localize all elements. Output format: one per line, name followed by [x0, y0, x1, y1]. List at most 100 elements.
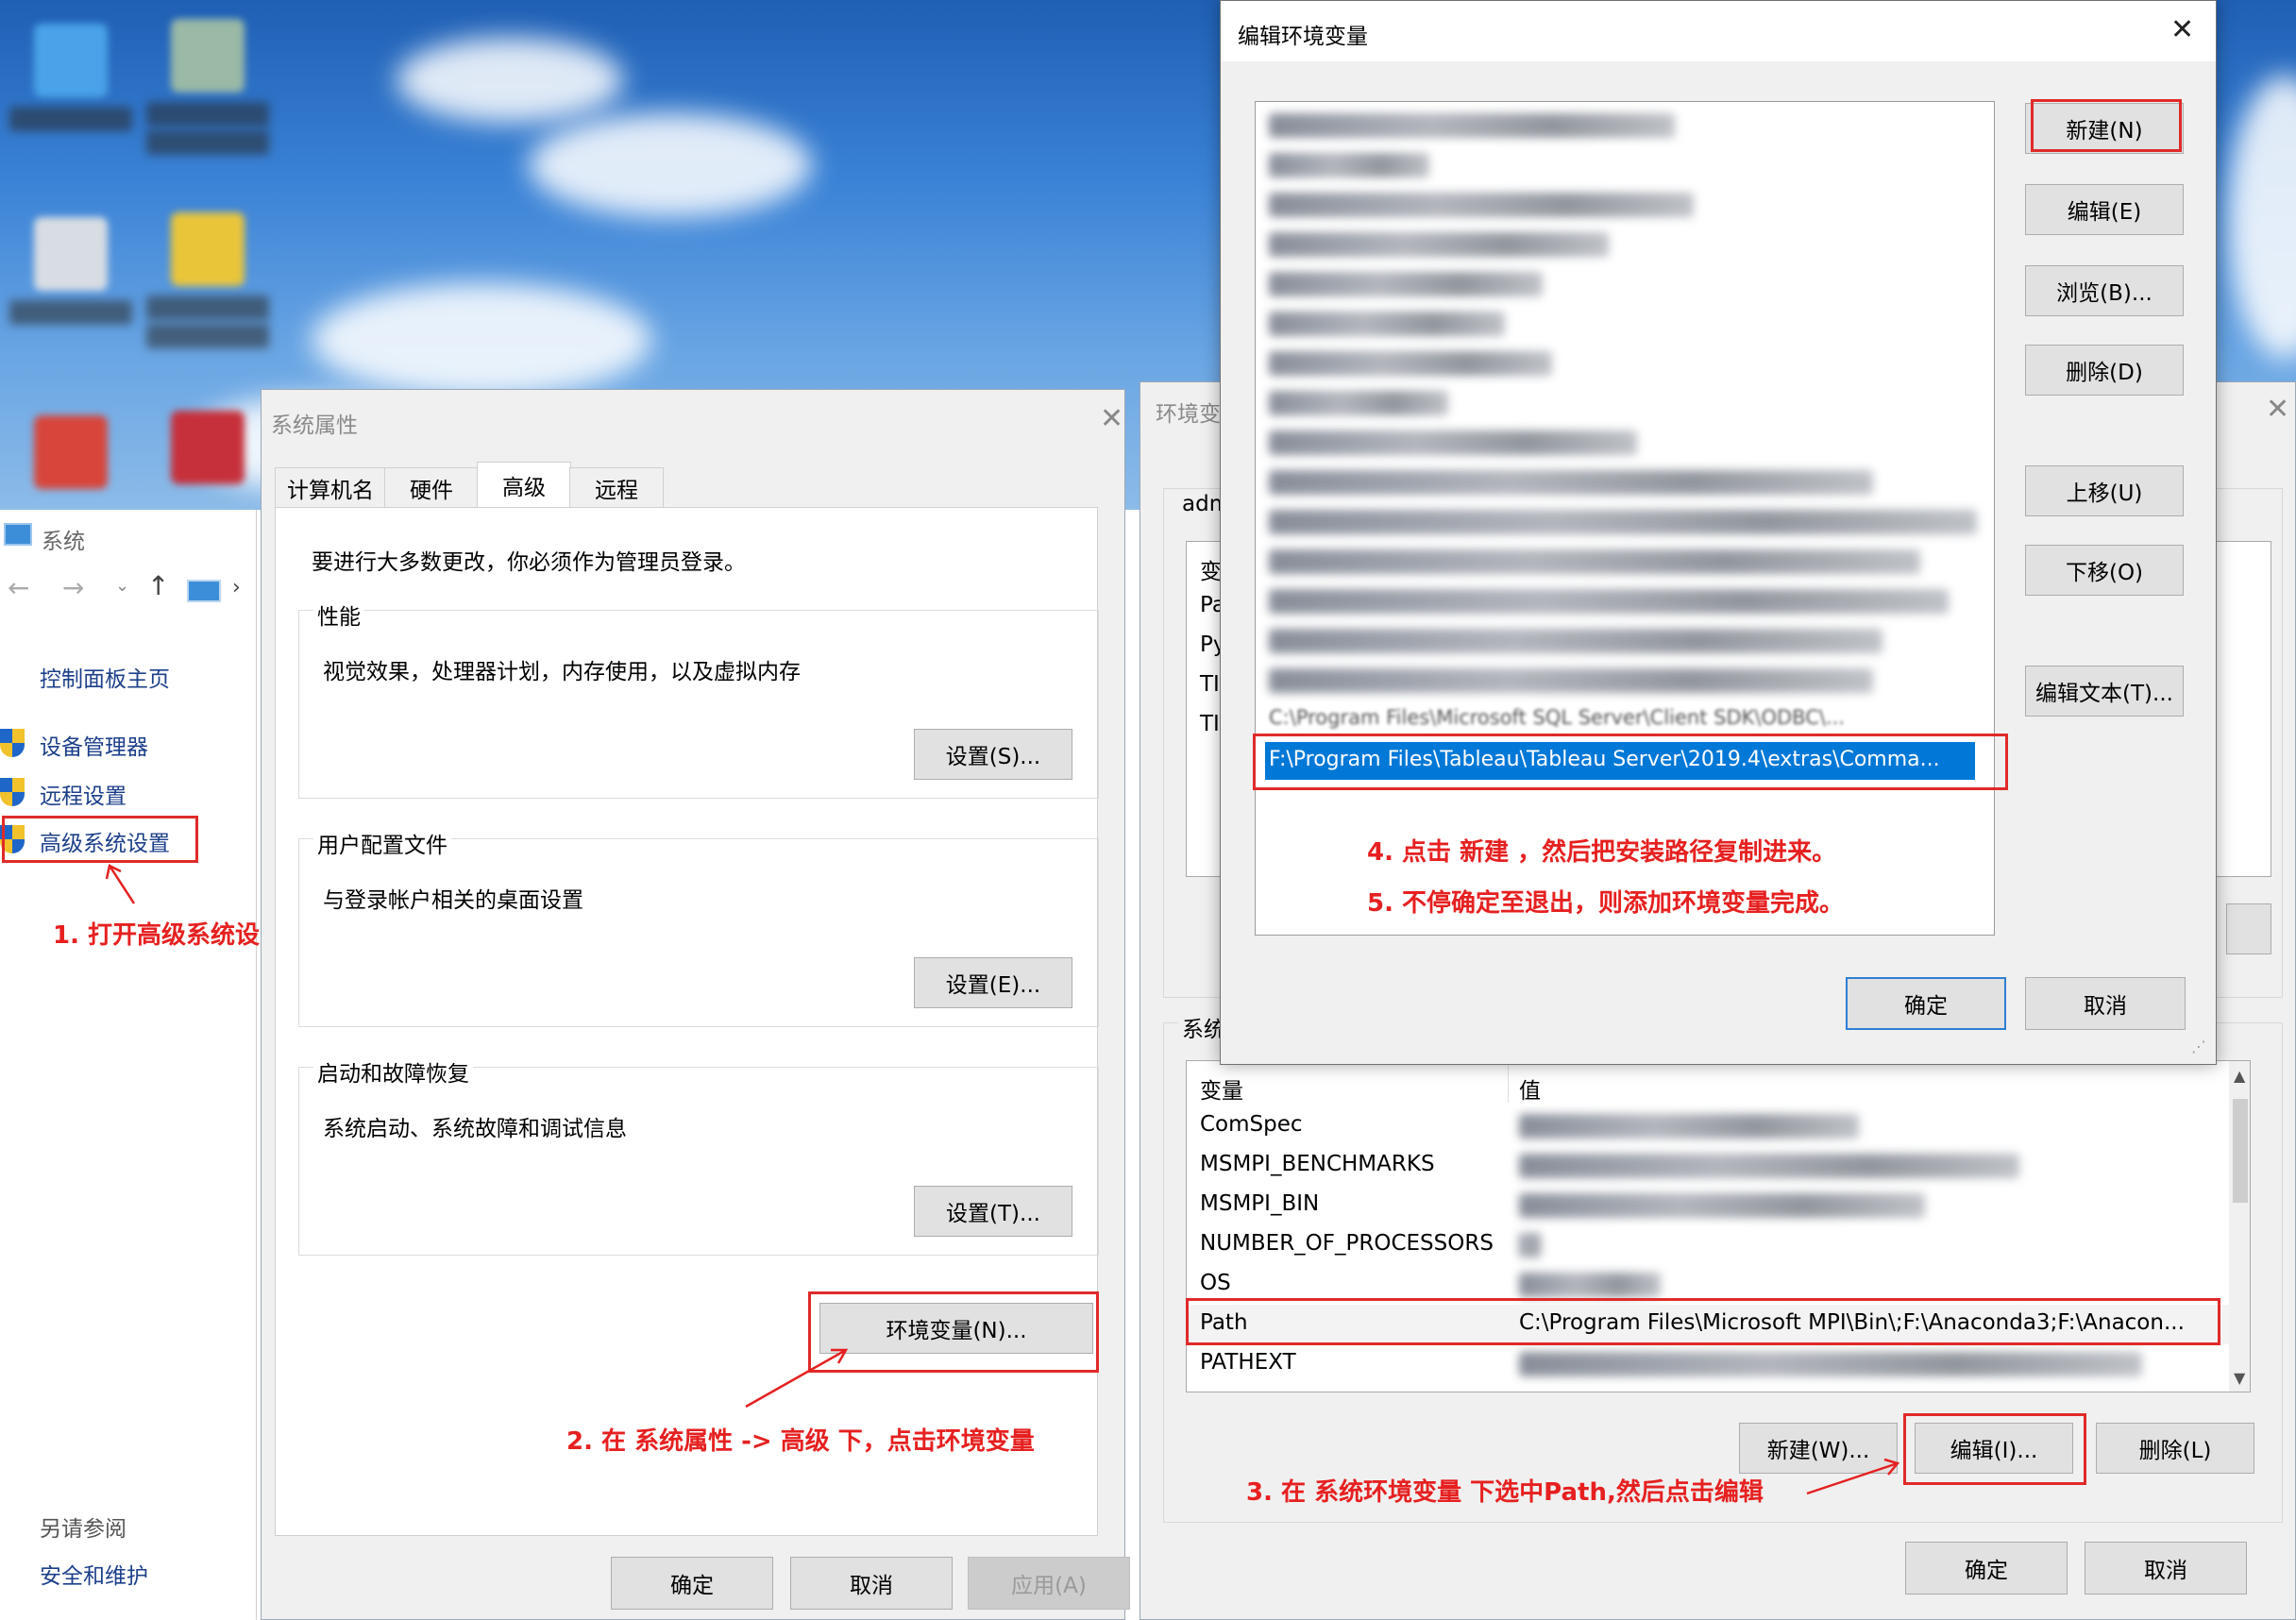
scroll-down-icon[interactable]: ▼ — [2234, 1369, 2245, 1387]
blurred-entry — [1269, 470, 1873, 495]
blurred-value — [1519, 1233, 1542, 1257]
startup-recovery-title: 启动和故障恢复 — [313, 1055, 473, 1088]
tab-remote[interactable]: 远程 — [569, 467, 664, 509]
apply-button[interactable]: 应用(A) — [968, 1557, 1130, 1610]
blurred-value — [1519, 1193, 1925, 1218]
table-row[interactable]: OS — [1200, 1271, 1231, 1295]
blurred-entry — [1269, 312, 1505, 336]
column-header-value[interactable]: 值 — [1519, 1072, 1541, 1105]
edit-environment-variable-dialog: 编辑环境变量 ✕ C:\Program Files\Microsoft SQL … — [1220, 0, 2217, 1065]
blurred-value — [1519, 1114, 1859, 1139]
cancel-button[interactable]: 取消 — [2085, 1542, 2247, 1595]
ok-button[interactable]: 确定 — [1905, 1542, 2068, 1595]
desktop-icon[interactable] — [146, 19, 269, 155]
close-icon[interactable]: ✕ — [2266, 396, 2289, 424]
table-row[interactable]: NUMBER_OF_PROCESSORS — [1200, 1231, 1494, 1256]
computer-icon — [4, 523, 32, 546]
step5-note: 5. 不停确定至退出，则添加环境变量完成。 — [1367, 889, 1845, 918]
tab-computer-name[interactable]: 计算机名 — [275, 467, 386, 509]
up-arrow-icon[interactable]: ↑ — [147, 570, 169, 601]
step1-note: 1. 打开高级系统设置 — [53, 921, 285, 950]
desktop-icon[interactable] — [146, 212, 269, 348]
table-row[interactable]: ComSpec — [1200, 1112, 1303, 1137]
highlight-new-entry — [1253, 734, 2008, 790]
move-down-button[interactable]: 下移(O) — [2025, 545, 2184, 596]
column-divider — [1508, 1061, 1509, 1103]
desktop-icon[interactable] — [9, 217, 132, 325]
scroll-thumb[interactable] — [2233, 1099, 2248, 1203]
blurred-entry — [1269, 232, 1609, 257]
desktop-icon[interactable] — [146, 411, 269, 484]
annotation-arrow — [105, 864, 136, 904]
close-icon[interactable]: ✕ — [1100, 405, 1123, 433]
cancel-button[interactable]: 取消 — [790, 1557, 953, 1610]
blurred-entry — [1269, 549, 1920, 574]
shield-icon — [0, 778, 25, 806]
annotation-arrow — [745, 1348, 849, 1409]
blurred-entry — [1269, 153, 1429, 177]
advanced-tab-panel: 要进行大多数更改，你必须作为管理员登录。 性能 视觉效果，处理器计划，内存使用，… — [275, 507, 1099, 1536]
table-row[interactable]: MSMPI_BENCHMARKS — [1200, 1152, 1435, 1176]
performance-desc: 视觉效果，处理器计划，内存使用，以及虚拟内存 — [323, 660, 801, 684]
step4-note: 4. 点击 新建 ，然后把安装路径复制进来。 — [1367, 838, 1837, 867]
list-item[interactable]: C:\Program Files\Microsoft SQL Server\Cl… — [1269, 706, 1845, 729]
back-arrow-icon[interactable]: ← — [8, 572, 29, 603]
window-title: 系统 — [42, 530, 85, 554]
blurred-value — [1519, 1352, 2142, 1376]
admin-note: 要进行大多数更改，你必须作为管理员登录。 — [312, 550, 746, 575]
ok-button[interactable]: 确定 — [1846, 977, 2006, 1030]
path-entries-list[interactable]: C:\Program Files\Microsoft SQL Server\Cl… — [1255, 101, 1995, 936]
performance-settings-button[interactable]: 设置(S)... — [914, 729, 1072, 780]
address-bar-computer-icon[interactable] — [187, 580, 221, 602]
blurred-value — [1519, 1273, 1661, 1297]
blurred-value — [1519, 1154, 2019, 1178]
scrollbar[interactable]: ▲ ▼ — [2229, 1061, 2250, 1392]
blurred-entry — [1269, 272, 1543, 296]
see-also-heading: 另请参阅 — [40, 1517, 127, 1542]
blurred-entry — [1269, 430, 1637, 455]
window-title: 环境变 — [1156, 402, 1221, 427]
user-profile-title: 用户配置文件 — [313, 827, 451, 859]
edit-button[interactable]: 编辑(E) — [2025, 184, 2184, 235]
user-profile-settings-button[interactable]: 设置(E)... — [914, 957, 1072, 1008]
control-panel-home-link[interactable]: 控制面板主页 — [40, 661, 170, 693]
edit-text-button[interactable]: 编辑文本(T)... — [2025, 666, 2184, 717]
forward-arrow-icon[interactable]: → — [62, 572, 84, 603]
user-delete-button[interactable] — [2226, 903, 2271, 954]
move-up-button[interactable]: 上移(U) — [2025, 465, 2184, 516]
ok-button[interactable]: 确定 — [611, 1557, 773, 1610]
blurred-entry — [1269, 113, 1675, 138]
blurred-entry — [1269, 351, 1552, 376]
cancel-button[interactable]: 取消 — [2025, 977, 2186, 1030]
startup-settings-button[interactable]: 设置(T)... — [914, 1186, 1072, 1237]
system-delete-button[interactable]: 删除(L) — [2096, 1423, 2254, 1474]
table-row[interactable]: MSMPI_BIN — [1200, 1191, 1319, 1216]
security-maintenance-link[interactable]: 安全和维护 — [40, 1558, 148, 1590]
scroll-up-icon[interactable]: ▲ — [2234, 1067, 2245, 1085]
column-header-variable[interactable]: 变量 — [1200, 1072, 1243, 1105]
system-control-panel: 系统 ← → ⌄ ↑ › 控制面板主页 设备管理器 远程设置 高级系统设置 另请… — [0, 510, 257, 1620]
blurred-entry — [1269, 391, 1448, 415]
close-icon[interactable]: ✕ — [2170, 16, 2194, 44]
resize-grip-icon[interactable]: ⋰ — [2191, 1038, 2206, 1055]
tab-hardware[interactable]: 硬件 — [384, 467, 479, 509]
desktop-icon[interactable] — [9, 24, 132, 131]
title-bar[interactable] — [1221, 1, 2216, 61]
performance-title: 性能 — [313, 599, 364, 631]
user-var-row[interactable]: TI — [1200, 712, 1220, 736]
user-var-header: 变 — [1200, 560, 1222, 584]
chevron-down-icon[interactable]: ⌄ — [115, 576, 129, 596]
device-manager-link[interactable]: 设备管理器 — [40, 729, 148, 761]
window-title: 编辑环境变量 — [1238, 25, 1368, 49]
blurred-entry — [1269, 193, 1694, 217]
remote-settings-link[interactable]: 远程设置 — [40, 778, 127, 810]
blurred-entry — [1269, 629, 1882, 653]
blurred-entry — [1269, 510, 1977, 534]
tab-advanced[interactable]: 高级 — [477, 462, 571, 509]
browse-button[interactable]: 浏览(B)... — [2025, 265, 2184, 316]
delete-button[interactable]: 删除(D) — [2025, 345, 2184, 396]
user-var-row[interactable]: TI — [1200, 672, 1220, 697]
table-row[interactable]: PATHEXT — [1200, 1350, 1296, 1375]
desktop-icon[interactable] — [9, 415, 132, 489]
chevron-right-icon[interactable]: › — [232, 576, 241, 599]
